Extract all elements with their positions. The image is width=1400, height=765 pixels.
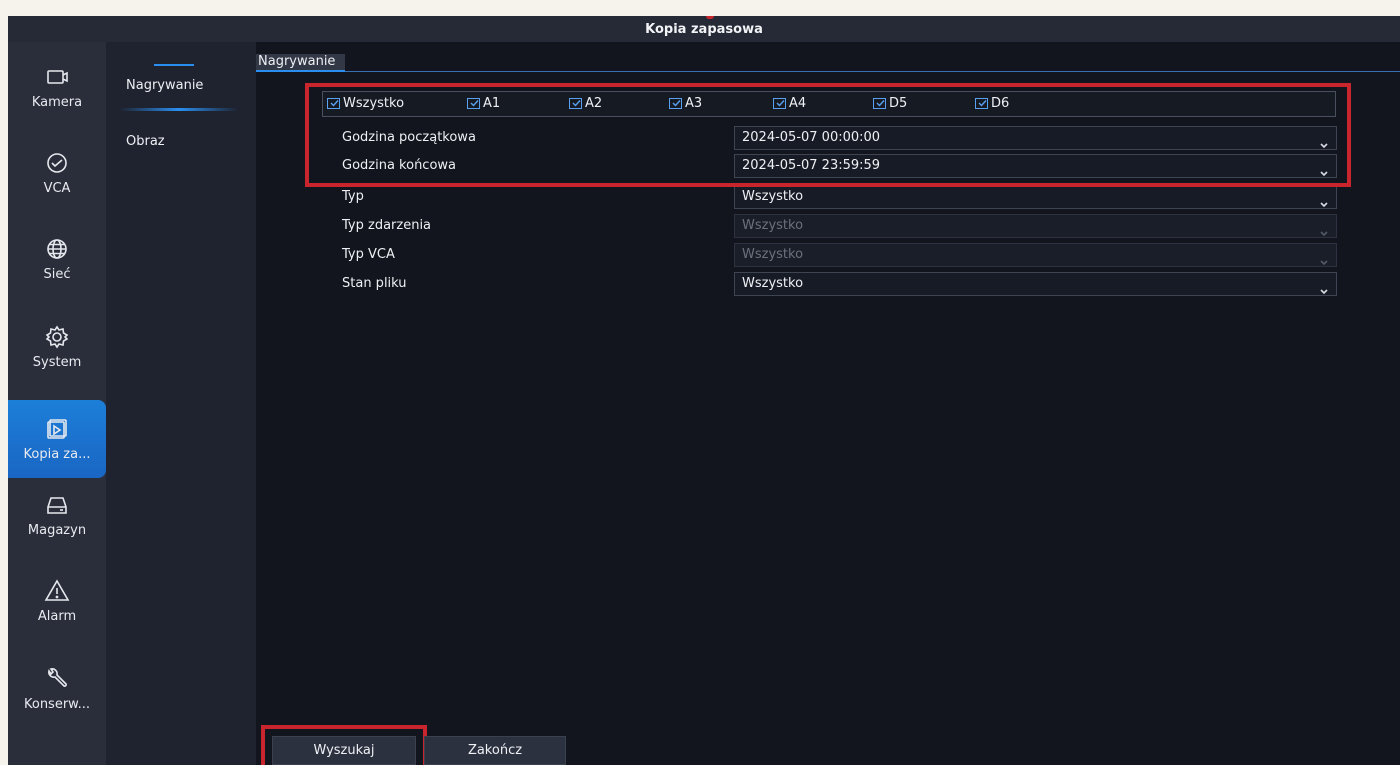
- tab-recording[interactable]: Nagrywanie: [256, 54, 346, 72]
- backup-window: Kopia zapasowa Kamera VCA Sieć System Ko…: [8, 16, 1400, 765]
- sidebar-item-label: Sieć: [43, 267, 71, 282]
- type-value: Wszystko: [742, 189, 804, 204]
- sidebar-item-storage[interactable]: Magazyn: [8, 492, 106, 538]
- tab-bar: Nagrywanie: [256, 54, 1400, 72]
- storage-icon: [44, 492, 70, 518]
- event-type-label: Typ zdarzenia: [342, 218, 432, 233]
- chevron-down-icon: [1320, 252, 1328, 266]
- backup-icon: [44, 416, 70, 442]
- title-bar: Kopia zapasowa: [8, 16, 1400, 42]
- alarm-icon: [44, 578, 70, 604]
- sidebar-item-label: System: [32, 355, 82, 370]
- camera-icon: [44, 64, 70, 90]
- vca-type-value: Wszystko: [742, 247, 804, 262]
- sidebar-item-label: Konserw...: [23, 697, 91, 712]
- type-label: Typ: [342, 189, 364, 204]
- vca-type-select: Wszystko: [734, 243, 1337, 267]
- vca-icon: [44, 150, 70, 176]
- event-type-value: Wszystko: [742, 218, 804, 233]
- sidebar-item-network[interactable]: Sieć: [8, 236, 106, 282]
- subnav-top-indicator: [154, 64, 194, 66]
- wrench-icon: [44, 666, 70, 692]
- sidebar-item-camera[interactable]: Kamera: [8, 64, 106, 110]
- close-button[interactable]: Zakończ: [424, 736, 566, 765]
- chevron-down-icon: [1320, 194, 1328, 208]
- window-title: Kopia zapasowa: [645, 21, 763, 37]
- sub-sidebar: Nagrywanie Obraz: [106, 42, 256, 765]
- file-state-value: Wszystko: [742, 276, 804, 291]
- gear-icon: [44, 324, 70, 350]
- sidebar-item-system[interactable]: System: [8, 324, 106, 370]
- sidebar-item-backup[interactable]: Kopia za...: [8, 400, 106, 478]
- sidebar-item-label: VCA: [43, 181, 71, 196]
- sidebar-item-vca[interactable]: VCA: [8, 150, 106, 196]
- subnav-item-image[interactable]: Obraz: [126, 134, 165, 149]
- highlight-box-channels-time: [305, 83, 1351, 187]
- globe-icon: [44, 236, 70, 262]
- subnav-active-underline: [120, 108, 238, 111]
- sidebar-item-label: Kopia za...: [23, 447, 91, 462]
- main-sidebar: Kamera VCA Sieć System Kopia za... Magaz…: [8, 42, 106, 765]
- type-select[interactable]: Wszystko: [734, 185, 1337, 209]
- sidebar-item-maintenance[interactable]: Konserw...: [8, 666, 106, 712]
- file-state-select[interactable]: Wszystko: [734, 272, 1337, 296]
- chevron-down-icon: [1320, 223, 1328, 237]
- chevron-down-icon: [1320, 281, 1328, 295]
- file-state-label: Stan pliku: [342, 276, 407, 291]
- vca-type-label: Typ VCA: [342, 247, 395, 262]
- sidebar-item-label: Alarm: [37, 609, 77, 624]
- subnav-item-recording[interactable]: Nagrywanie: [126, 78, 203, 93]
- search-button[interactable]: Wyszukaj: [272, 736, 416, 765]
- sidebar-item-label: Magazyn: [27, 523, 87, 538]
- event-type-select: Wszystko: [734, 214, 1337, 238]
- sidebar-item-label: Kamera: [31, 95, 83, 110]
- sidebar-item-alarm[interactable]: Alarm: [8, 578, 106, 624]
